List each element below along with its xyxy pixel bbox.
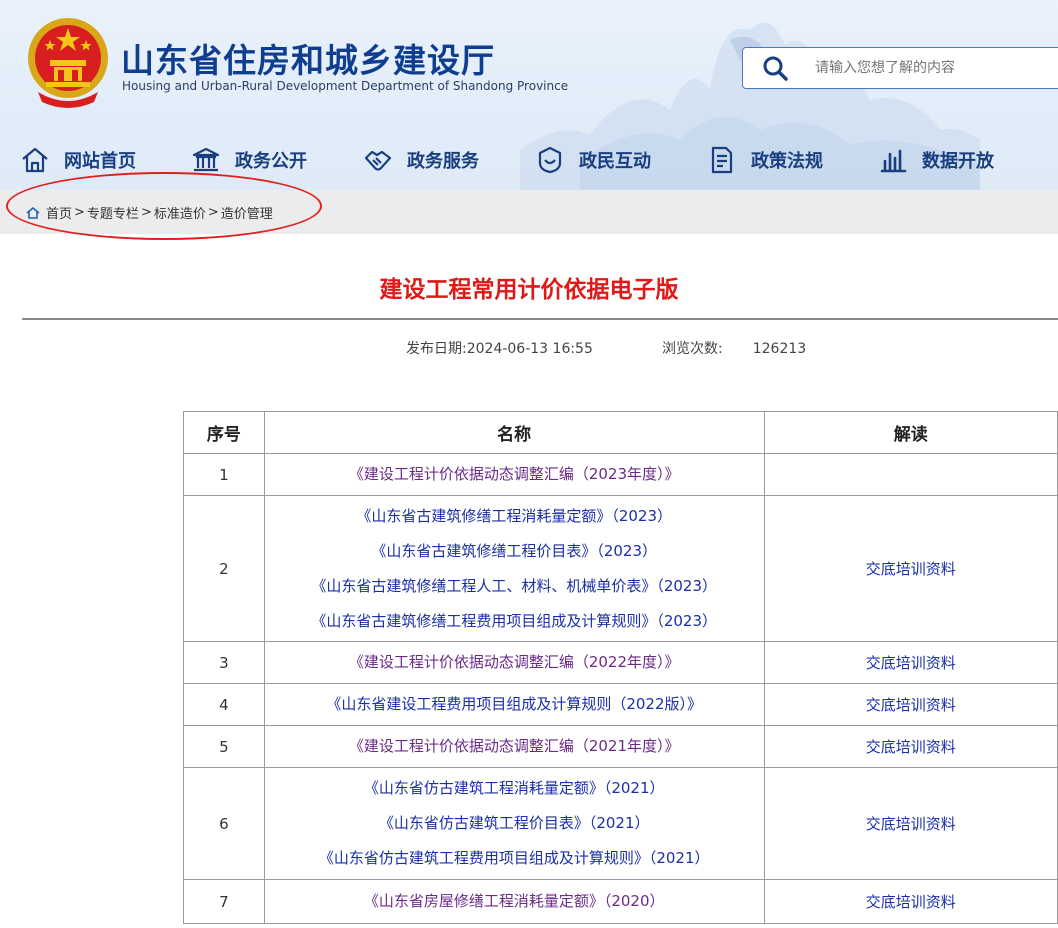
search-box[interactable] — [742, 47, 1058, 89]
search-icon[interactable] — [761, 54, 789, 82]
row-reading: 交底培训资料 — [763, 683, 1058, 726]
row-number: 7 — [183, 879, 265, 924]
row-names: 《建设工程计价依据动态调整汇编（2022年度）》 — [263, 641, 765, 684]
table-row: 3 《建设工程计价依据动态调整汇编（2022年度）》 交底培训资料 — [183, 641, 1058, 684]
nav-label: 政策法规 — [751, 151, 823, 172]
row-number: 1 — [183, 453, 265, 496]
site-subtitle: Housing and Urban-Rural Development Depa… — [122, 79, 569, 93]
row-reading: 交底培训资料 — [763, 725, 1058, 768]
row-reading: 交底培训资料 — [763, 641, 1058, 684]
nav-item-interaction[interactable]: 政民互动 — [535, 140, 651, 180]
nav-label: 政务服务 — [407, 151, 479, 172]
document-icon — [711, 146, 733, 174]
header-serial: 序号 — [183, 411, 265, 454]
row-number: 6 — [183, 767, 265, 880]
table-row: 2 《山东省古建筑修缮工程消耗量定额》（2023） 《山东省古建筑修缮工程价目表… — [183, 495, 1058, 642]
breadcrumb: 首页 > 专题专栏 > 标准造价 > 造价管理 — [26, 203, 273, 222]
document-link[interactable]: 《山东省仿古建筑工程费用项目组成及计算规则》（2021） — [265, 841, 764, 876]
nav-item-open-data[interactable]: 数据开放 — [878, 140, 994, 180]
home-icon — [22, 147, 48, 173]
breadcrumb-separator: > — [74, 205, 85, 220]
header-reading: 解读 — [763, 411, 1058, 454]
view-count: 浏览次数: 126213 — [662, 338, 806, 358]
document-link[interactable]: 《山东省仿古建筑工程消耗量定额》（2021） — [265, 771, 764, 806]
breadcrumb-bar: 首页 > 专题专栏 > 标准造价 > 造价管理 — [0, 190, 1058, 234]
breadcrumb-topics[interactable]: 专题专栏 — [87, 203, 139, 222]
row-names: 《山东省建设工程费用项目组成及计算规则（2022版）》 — [263, 683, 765, 726]
breadcrumb-separator: > — [140, 205, 152, 220]
row-names: 《山东省古建筑修缮工程消耗量定额》（2023） 《山东省古建筑修缮工程价目表》（… — [263, 495, 765, 642]
publish-date: 发布日期:2024-06-13 16:55 — [406, 338, 593, 358]
table-header-row: 序号 名称 解读 — [183, 411, 1058, 454]
document-link[interactable]: 《建设工程计价依据动态调整汇编（2021年度）》 — [265, 729, 764, 764]
breadcrumb-separator: > — [207, 205, 219, 220]
header-name: 名称 — [263, 411, 765, 454]
table-row: 1 《建设工程计价依据动态调整汇编（2023年度）》 — [183, 453, 1058, 496]
training-material-link[interactable]: 交底培训资料 — [866, 560, 956, 578]
breadcrumb-home[interactable]: 首页 — [46, 203, 72, 222]
row-reading: 交底培训资料 — [763, 879, 1058, 924]
training-material-link[interactable]: 交底培训资料 — [866, 893, 956, 911]
main-nav: 网站首页 政务公开 政务服务 政民互动 政策法规 数据开放 — [0, 140, 1058, 180]
document-link[interactable]: 《山东省古建筑修缮工程人工、材料、机械单价表》（2023） — [265, 569, 764, 604]
row-names: 《山东省仿古建筑工程消耗量定额》（2021） 《山东省仿古建筑工程价目表》（20… — [263, 767, 765, 880]
training-material-link[interactable]: 交底培训资料 — [866, 738, 956, 756]
document-link[interactable]: 《建设工程计价依据动态调整汇编（2023年度）》 — [265, 457, 764, 492]
national-emblem-icon — [28, 18, 108, 108]
views-value: 126213 — [752, 341, 807, 357]
site-header: 山东省住房和城乡建设厅 Housing and Urban-Rural Deve… — [0, 0, 1058, 190]
publish-value: 2024-06-13 16:55 — [466, 341, 593, 357]
row-number: 3 — [183, 641, 265, 684]
breadcrumb-standard-cost[interactable]: 标准造价 — [154, 203, 206, 222]
table-row: 4 《山东省建设工程费用项目组成及计算规则（2022版）》 交底培训资料 — [183, 683, 1058, 726]
nav-item-gov-services[interactable]: 政务服务 — [363, 140, 479, 180]
documents-table: 序号 名称 解读 1 《建设工程计价依据动态调整汇编（2023年度）》 2 《山… — [183, 411, 1058, 924]
row-reading: 交底培训资料 — [763, 495, 1058, 642]
row-number: 5 — [183, 725, 265, 768]
document-link[interactable]: 《山东省建设工程费用项目组成及计算规则（2022版）》 — [265, 687, 764, 722]
row-number: 4 — [183, 683, 265, 726]
training-material-link[interactable]: 交底培训资料 — [866, 654, 956, 672]
document-link[interactable]: 《山东省古建筑修缮工程价目表》（2023） — [265, 534, 764, 569]
views-label: 浏览次数: — [662, 341, 723, 357]
table-row: 5 《建设工程计价依据动态调整汇编（2021年度）》 交底培训资料 — [183, 725, 1058, 768]
breadcrumb-cost-management[interactable]: 造价管理 — [221, 203, 273, 222]
search-input[interactable] — [815, 60, 1045, 76]
document-link[interactable]: 《山东省古建筑修缮工程消耗量定额》（2023） — [265, 499, 764, 534]
bar-chart-icon — [880, 149, 907, 173]
nav-item-policy[interactable]: 政策法规 — [707, 140, 823, 180]
site-title: 山东省住房和城乡建设厅 — [121, 41, 495, 80]
government-building-icon — [192, 147, 220, 172]
training-material-link[interactable]: 交底培训资料 — [866, 696, 956, 714]
article-title: 建设工程常用计价依据电子版 — [379, 277, 679, 303]
nav-item-gov-affairs[interactable]: 政务公开 — [191, 140, 307, 180]
row-names: 《山东省房屋修缮工程消耗量定额》（2020） — [263, 879, 765, 924]
nav-item-home[interactable]: 网站首页 — [20, 140, 136, 180]
row-reading — [763, 453, 1058, 496]
table-row: 6 《山东省仿古建筑工程消耗量定额》（2021） 《山东省仿古建筑工程价目表》（… — [183, 767, 1058, 880]
row-reading: 交底培训资料 — [763, 767, 1058, 880]
interaction-icon — [538, 146, 562, 174]
nav-label: 网站首页 — [64, 151, 136, 172]
row-number: 2 — [183, 495, 265, 642]
nav-label: 数据开放 — [922, 151, 994, 172]
home-icon — [26, 206, 40, 219]
document-link[interactable]: 《山东省房屋修缮工程消耗量定额》（2020） — [265, 884, 764, 919]
nav-label: 政民互动 — [579, 151, 651, 172]
document-link[interactable]: 《山东省古建筑修缮工程费用项目组成及计算规则》（2023） — [265, 604, 764, 639]
document-link[interactable]: 《建设工程计价依据动态调整汇编（2022年度）》 — [265, 645, 764, 680]
handshake-icon — [364, 150, 392, 171]
publish-label: 发布日期: — [406, 341, 467, 357]
training-material-link[interactable]: 交底培训资料 — [866, 815, 956, 833]
row-names: 《建设工程计价依据动态调整汇编（2023年度）》 — [263, 453, 765, 496]
table-row: 7 《山东省房屋修缮工程消耗量定额》（2020） 交底培训资料 — [183, 879, 1058, 924]
row-names: 《建设工程计价依据动态调整汇编（2021年度）》 — [263, 725, 765, 768]
nav-label: 政务公开 — [235, 151, 307, 172]
title-divider — [22, 318, 1058, 320]
document-link[interactable]: 《山东省仿古建筑工程价目表》（2021） — [265, 806, 764, 841]
